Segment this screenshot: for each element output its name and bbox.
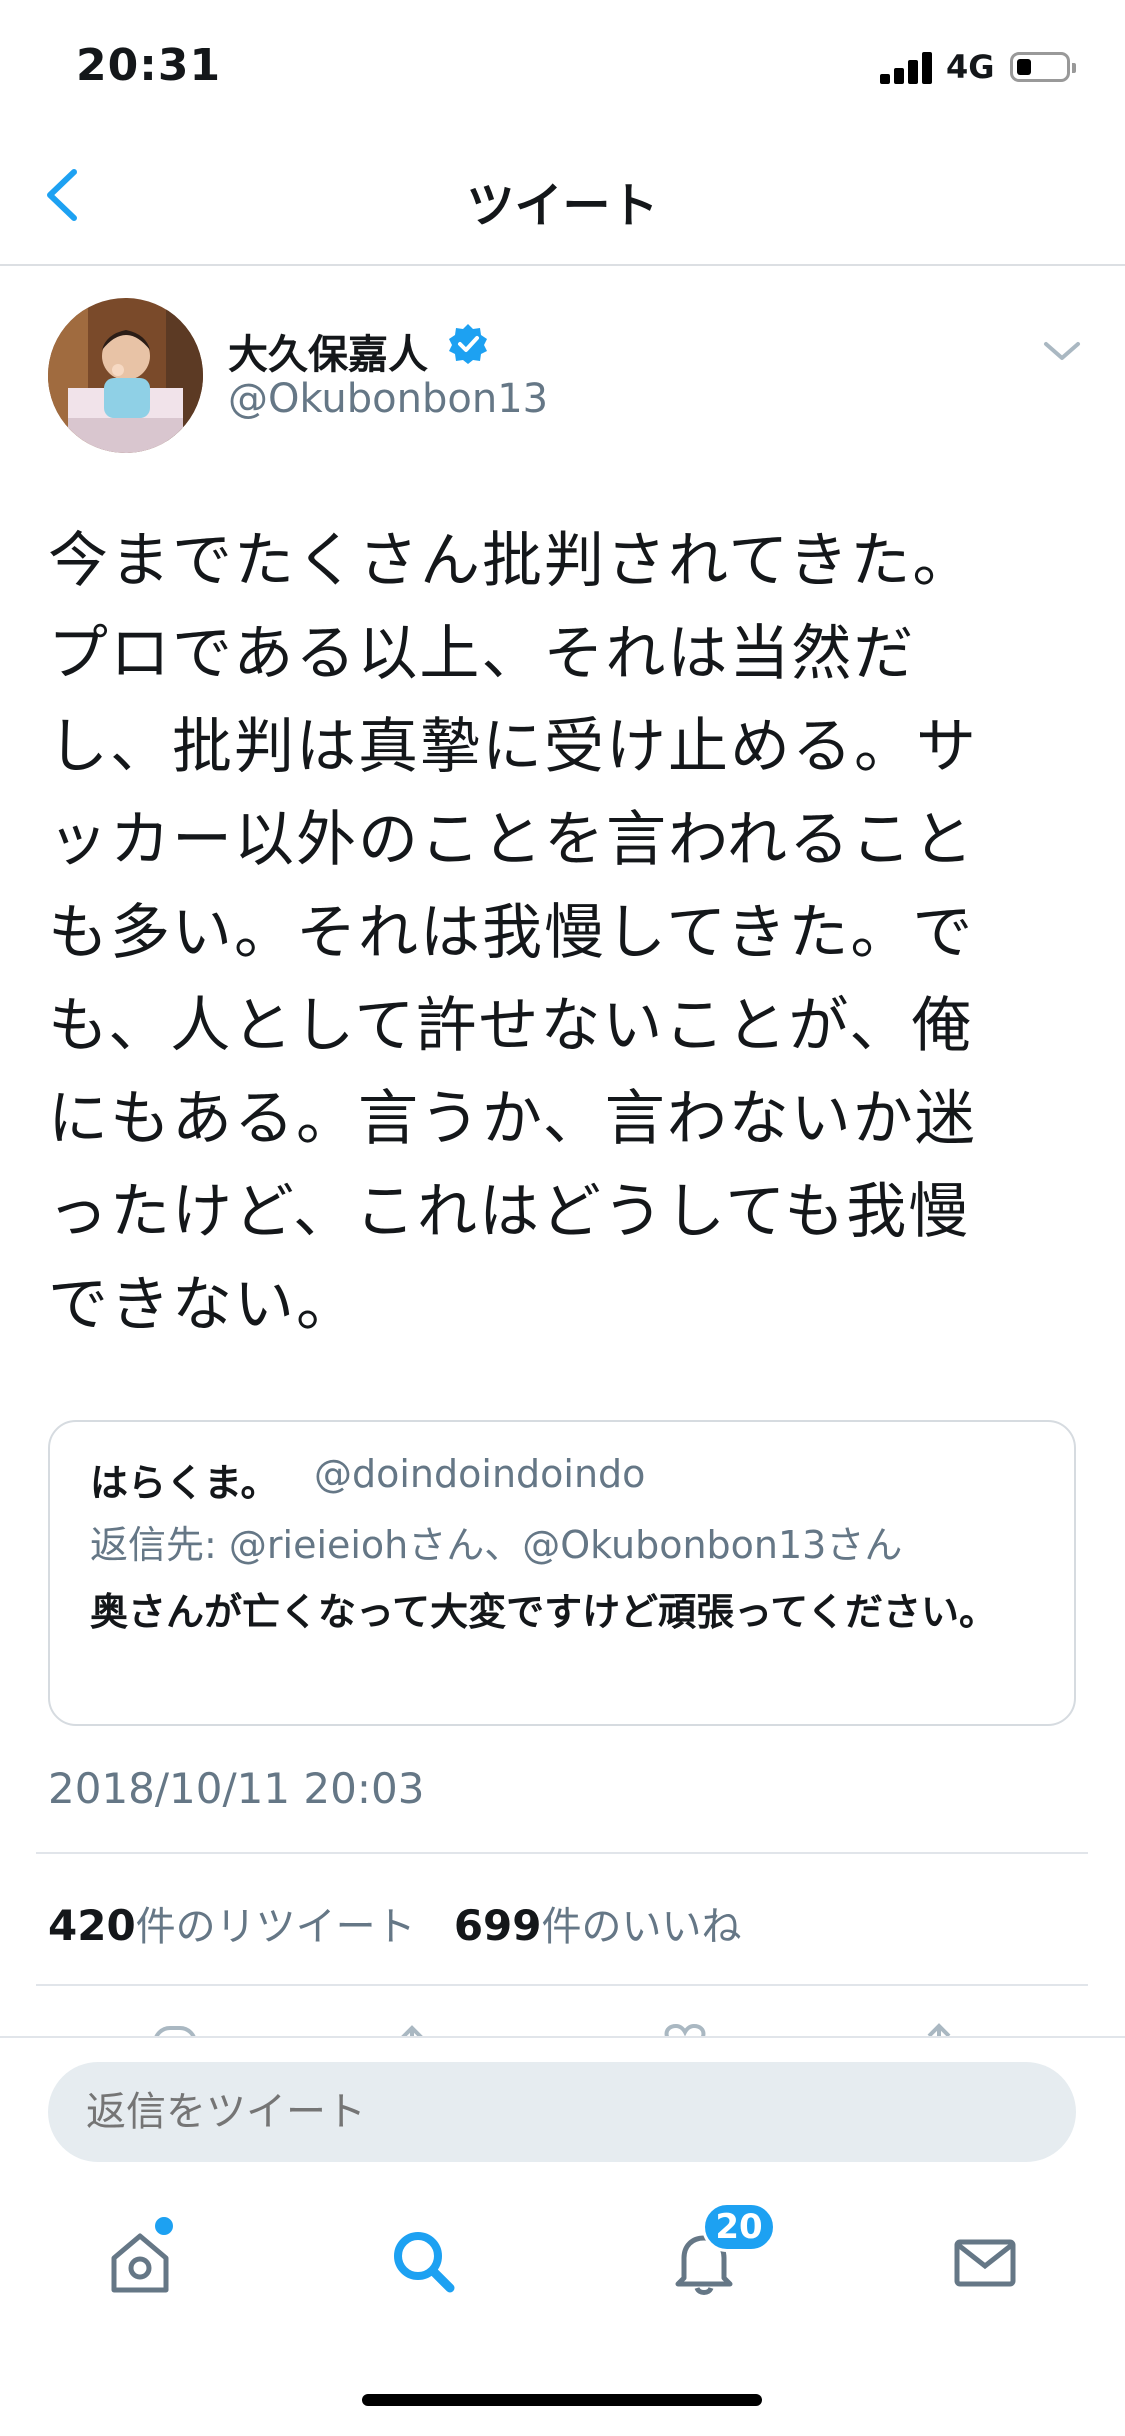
nav-divider xyxy=(0,264,1125,266)
notifications-badge: 20 xyxy=(702,2202,776,2252)
quoted-text: 奥さんが亡くなって大変ですけど頑張ってください。 xyxy=(90,1590,998,1634)
chevron-down-icon xyxy=(1044,342,1080,360)
quoted-reply-to: 返信先: @rieieiohさん、@Okubonbon13さん xyxy=(90,1523,903,1567)
avatar-image xyxy=(48,298,203,453)
likes-count: 699 xyxy=(453,1901,542,1950)
avatar[interactable] xyxy=(48,298,203,453)
home-unread-dot xyxy=(152,2214,176,2238)
more-options-button[interactable] xyxy=(1040,336,1084,366)
author-handle[interactable]: @Okubonbon13 xyxy=(228,376,548,422)
mail-icon xyxy=(954,2239,1016,2287)
battery-icon xyxy=(1010,52,1076,82)
home-indicator xyxy=(362,2394,762,2406)
quoted-author-name: はらくま。 xyxy=(90,1461,279,1505)
tweet-timestamp: 2018/10/11 20:03 xyxy=(48,1764,425,1813)
retweets-stat[interactable]: 420件のリツイート xyxy=(48,1901,416,1950)
verified-badge-icon xyxy=(446,322,490,366)
author-name[interactable]: 大久保嘉人 xyxy=(228,322,428,380)
status-time: 20:31 xyxy=(76,40,222,91)
network-type: 4G xyxy=(946,48,995,86)
likes-stat[interactable]: 699件のいいね xyxy=(453,1901,742,1950)
tweet-stats: 420件のリツイート 699件のいいね xyxy=(48,1894,742,1952)
divider xyxy=(36,1852,1088,1854)
retweets-count: 420 xyxy=(48,1901,136,1950)
tab-search[interactable] xyxy=(384,2222,464,2302)
likes-label: 件のいいね xyxy=(541,1904,742,1950)
quoted-tweet-card[interactable]: はらくま。 @doindoindoindo 返信先: @rieieiohさん、@… xyxy=(48,1420,1076,1726)
divider xyxy=(36,1984,1088,1986)
page-title: ツイート xyxy=(466,178,659,234)
tweet-text: 今までたくさん批判されてきた。 プロである以上、それは当然だ し、批判は真摯に受… xyxy=(48,526,978,1340)
quoted-author-handle: @doindoindoindo xyxy=(314,1452,646,1496)
search-icon xyxy=(394,2232,455,2293)
reply-input[interactable] xyxy=(48,2062,1076,2162)
retweets-label: 件のリツイート xyxy=(135,1904,416,1950)
signal-icon xyxy=(880,50,936,84)
tab-messages[interactable] xyxy=(945,2222,1025,2302)
